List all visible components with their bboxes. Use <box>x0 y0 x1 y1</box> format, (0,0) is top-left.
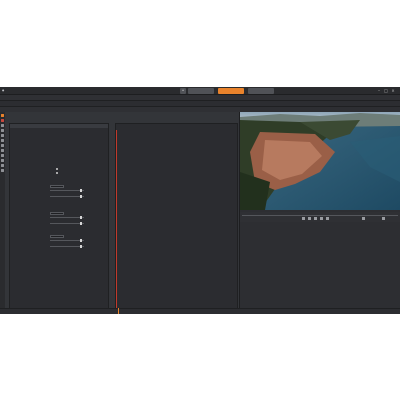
timeline <box>0 308 400 314</box>
tool-icon-12[interactable] <box>1 169 4 172</box>
preview-scrub-ruler[interactable] <box>242 212 398 216</box>
dropdown-2[interactable] <box>50 212 64 215</box>
timeline-playhead[interactable] <box>118 308 119 314</box>
video-editor-window: ● ⌂ – □ × <box>0 87 400 314</box>
slider-6[interactable] <box>50 245 84 248</box>
tool-icon-7[interactable] <box>1 144 4 147</box>
tool-icon-2[interactable] <box>1 119 4 122</box>
radio-option-1[interactable] <box>56 168 58 170</box>
tool-icon-10[interactable] <box>1 159 4 162</box>
tool-icon-6[interactable] <box>1 139 4 142</box>
effect-panel-header <box>10 124 108 128</box>
slider-4[interactable] <box>50 222 84 225</box>
dropdown-1[interactable] <box>50 185 64 188</box>
effect-settings-panel <box>9 123 109 313</box>
slider-1[interactable] <box>50 189 84 192</box>
radio-option-2[interactable] <box>56 172 58 174</box>
timeline-toolbar <box>0 308 400 314</box>
home-icon[interactable]: ⌂ <box>180 88 186 94</box>
panel-marker-line <box>116 130 117 314</box>
step-back-icon[interactable] <box>308 217 311 220</box>
video-preview-image <box>240 112 400 210</box>
preview-panel <box>240 101 400 308</box>
tool-icon-8[interactable] <box>1 149 4 152</box>
library-panel <box>0 101 240 314</box>
slider-3[interactable] <box>50 216 84 219</box>
fullscreen-icon[interactable] <box>382 217 385 220</box>
tool-icon-11[interactable] <box>1 164 4 167</box>
timeline-ruler[interactable] <box>52 309 400 314</box>
slider-5[interactable] <box>50 239 84 242</box>
edit-panel <box>115 123 238 314</box>
play-icon[interactable] <box>314 217 317 220</box>
rewind-icon[interactable] <box>302 217 305 220</box>
mode-button-export[interactable] <box>248 88 274 94</box>
tool-icon-5[interactable] <box>1 134 4 137</box>
step-forward-icon[interactable] <box>320 217 323 220</box>
app-logo-icon: ● <box>2 89 5 92</box>
mode-button-edit[interactable] <box>218 88 244 94</box>
slider-2[interactable] <box>50 195 84 198</box>
tool-icon-4[interactable] <box>1 129 4 132</box>
tool-icon-3[interactable] <box>1 124 4 127</box>
title-bar: ● ⌂ – □ × <box>0 87 400 95</box>
fast-forward-icon[interactable] <box>326 217 329 220</box>
minimize-icon[interactable]: – <box>376 88 382 94</box>
dropdown-3[interactable] <box>50 235 64 238</box>
tool-icon-9[interactable] <box>1 154 4 157</box>
playback-controls <box>242 217 398 221</box>
tool-icon-1[interactable] <box>1 114 4 117</box>
maximize-icon[interactable]: □ <box>383 88 389 94</box>
volume-icon[interactable] <box>362 217 365 220</box>
library-column-header <box>0 107 240 112</box>
tool-strip <box>0 112 5 308</box>
close-icon[interactable]: × <box>390 88 396 94</box>
mode-button-import[interactable] <box>188 88 214 94</box>
preview-tabs <box>240 101 400 107</box>
transport-bar <box>240 212 400 222</box>
lake-town-scene <box>240 112 400 210</box>
